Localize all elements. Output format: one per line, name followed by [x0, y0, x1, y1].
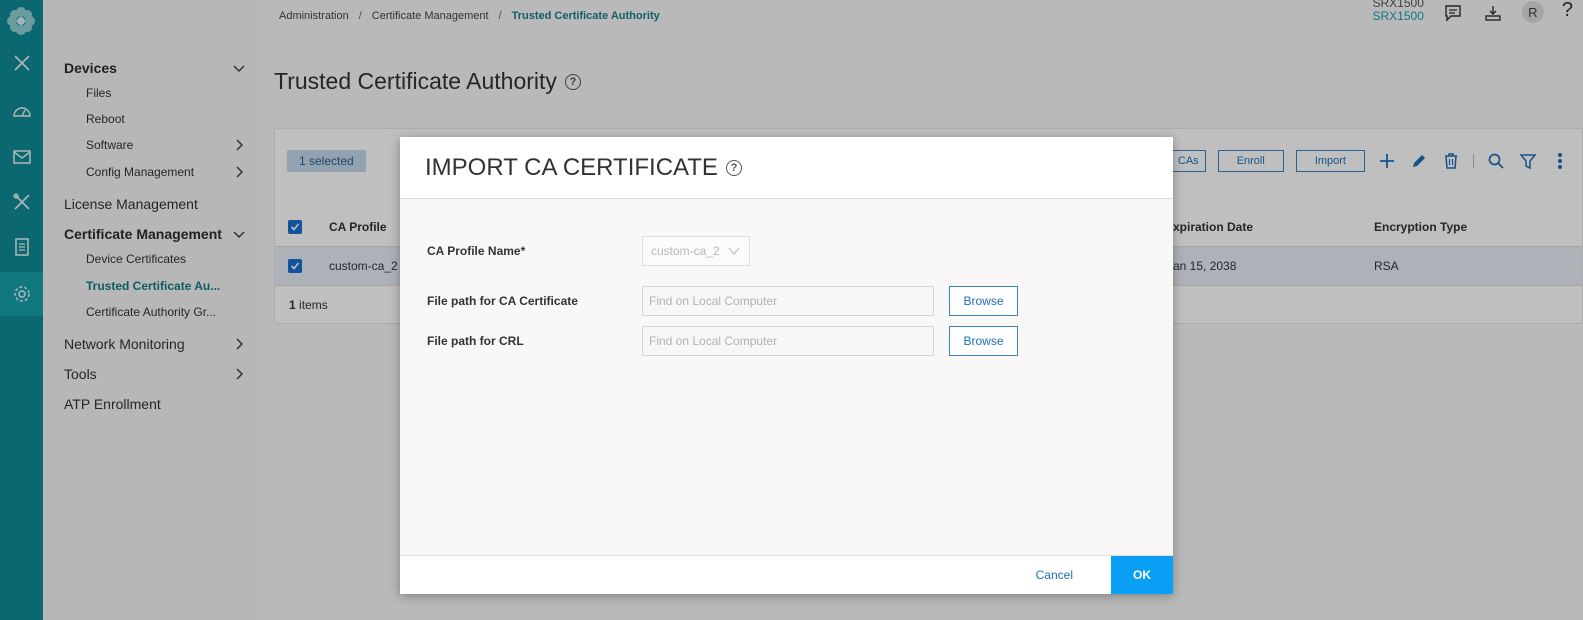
crl-path-input[interactable] [642, 326, 934, 356]
ca-profile-label: CA Profile Name* [427, 244, 526, 258]
ca-cert-path-input[interactable] [642, 286, 934, 316]
ca-profile-value: custom-ca_2 [651, 244, 720, 258]
ca-cert-path-row: File path for CA Certificate Browse [427, 286, 1173, 316]
dialog-title: IMPORT CA CERTIFICATE [425, 153, 718, 181]
cancel-button[interactable]: Cancel [1036, 556, 1073, 594]
ca-profile-row: CA Profile Name* custom-ca_2 [427, 236, 1173, 266]
ok-button[interactable]: OK [1111, 556, 1173, 594]
import-ca-certificate-dialog: IMPORT CA CERTIFICATE ? CA Profile Name*… [400, 137, 1173, 594]
question-circle-icon[interactable]: ? [725, 159, 742, 176]
dialog-header: IMPORT CA CERTIFICATE ? [400, 137, 1173, 199]
crl-browse-button[interactable]: Browse [949, 326, 1018, 356]
chevron-down-icon [728, 247, 740, 256]
crl-path-row: File path for CRL Browse [427, 326, 1173, 356]
ca-profile-select: custom-ca_2 [642, 236, 750, 266]
crl-path-label: File path for CRL [427, 334, 524, 348]
ca-cert-path-label: File path for CA Certificate [427, 294, 578, 308]
dialog-footer: Cancel OK [400, 555, 1173, 594]
ca-cert-browse-button[interactable]: Browse [949, 286, 1018, 316]
